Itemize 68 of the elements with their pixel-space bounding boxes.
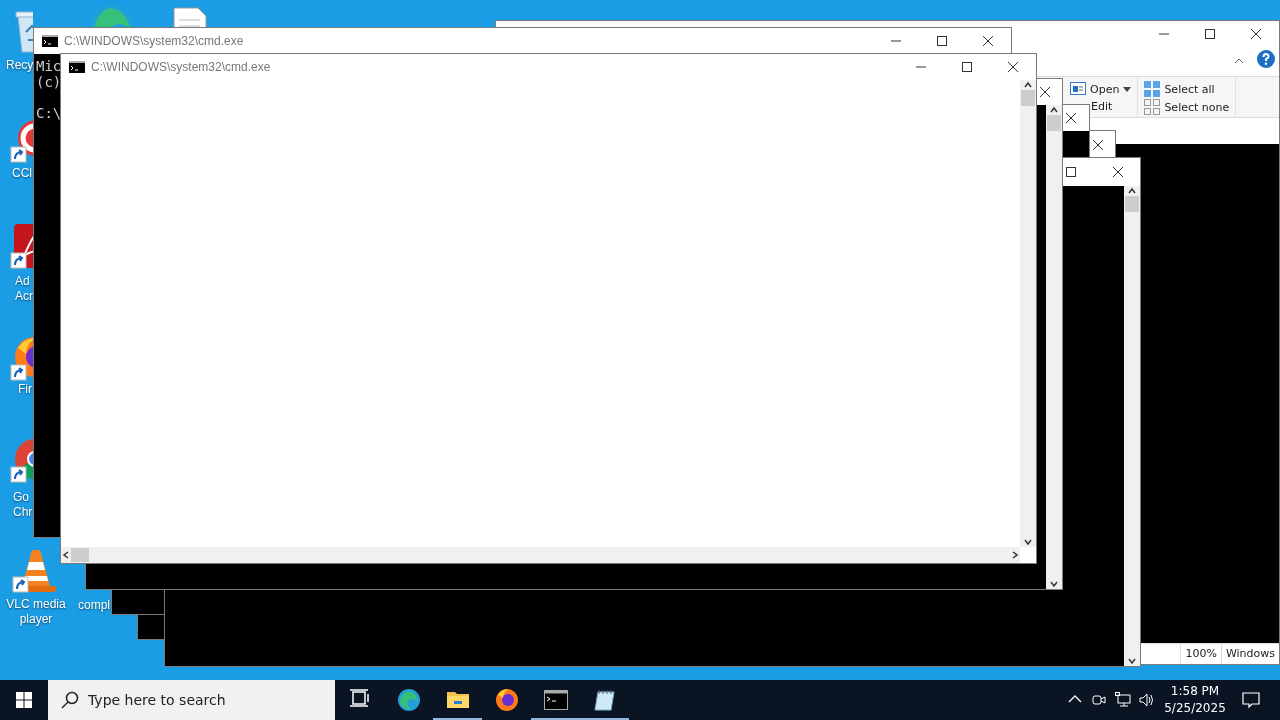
message-icon xyxy=(1242,691,1260,709)
clock[interactable]: 1:58 PM 5/25/2025 xyxy=(1159,683,1231,717)
open-icon xyxy=(1070,81,1086,97)
console-icon xyxy=(69,60,85,73)
scroll-thumb[interactable] xyxy=(1021,90,1035,106)
close-icon xyxy=(1066,113,1076,123)
icon-label: CCl xyxy=(12,166,32,181)
scroll-left-icon[interactable] xyxy=(61,550,71,560)
notepad-icon xyxy=(592,688,617,712)
horizontal-scrollbar[interactable] xyxy=(61,547,1020,563)
ribbon-button[interactable]: Open xyxy=(1070,81,1132,97)
windows-logo-icon xyxy=(16,692,32,708)
scroll-right-icon[interactable] xyxy=(1010,550,1020,560)
scroll-down-icon[interactable] xyxy=(1049,579,1059,589)
maximize-icon xyxy=(1205,28,1215,39)
search-icon xyxy=(61,691,79,709)
icon-label: Go Chr xyxy=(13,490,33,520)
icon-label: VLC media player xyxy=(5,597,67,627)
select-all-icon xyxy=(1144,81,1161,97)
caret-icon xyxy=(1123,86,1132,92)
vertical-scrollbar[interactable] xyxy=(1020,80,1036,547)
scroll-up-icon[interactable] xyxy=(1127,186,1137,196)
scroll-up-icon[interactable] xyxy=(1049,105,1059,115)
status-text: 100% xyxy=(1180,644,1221,664)
clock-time: 1:58 PM xyxy=(1170,683,1220,700)
close-icon xyxy=(1040,87,1050,97)
caret-icon xyxy=(1234,58,1244,64)
close-icon xyxy=(983,36,993,46)
network-icon xyxy=(1115,692,1131,708)
vertical-scrollbar[interactable] xyxy=(1124,186,1140,666)
scroll-down-icon[interactable] xyxy=(1127,656,1137,666)
maximize-icon xyxy=(962,62,972,72)
scroll-down-icon[interactable] xyxy=(1023,537,1033,547)
scroll-thumb[interactable] xyxy=(1047,115,1061,131)
close-icon xyxy=(1113,167,1123,177)
vertical-scrollbar[interactable] xyxy=(1046,105,1062,589)
console-text: C:\ xyxy=(36,105,62,121)
scroll-thumb[interactable] xyxy=(71,548,89,562)
scroll-thumb[interactable] xyxy=(1125,196,1139,212)
maximize-icon xyxy=(937,36,947,46)
volume-icon xyxy=(1139,692,1155,708)
console-text: Mic xyxy=(36,58,62,74)
ribbon-button[interactable]: Select none xyxy=(1144,99,1230,115)
window-title: C:\WINDOWS\system32\cmd.exe xyxy=(64,34,244,48)
maximize-icon xyxy=(1066,167,1076,177)
ribbon-button[interactable]: Edit xyxy=(1091,99,1132,113)
close-icon xyxy=(1251,28,1261,39)
icon-label: Recy xyxy=(6,58,34,73)
icon-label: compl xyxy=(78,598,110,613)
window-title: C:\WINDOWS\system32\cmd.exe xyxy=(91,60,271,74)
help-icon[interactable] xyxy=(1257,50,1275,68)
ribbon-button[interactable]: Select all xyxy=(1144,81,1230,97)
select-none-icon xyxy=(1144,99,1161,115)
search-field[interactable]: Type here to search xyxy=(48,680,335,720)
camera-icon xyxy=(1091,692,1107,708)
acrobat-icon[interactable] xyxy=(10,222,33,270)
icon-label: Ad Acr xyxy=(15,274,33,304)
console-text: (c) xyxy=(36,74,62,90)
edge-icon xyxy=(396,688,421,712)
icon-label: Fir xyxy=(18,382,32,397)
close-icon xyxy=(1093,139,1103,150)
scroll-up-icon[interactable] xyxy=(1023,80,1033,90)
console-icon xyxy=(543,688,568,712)
firefox-icon xyxy=(494,688,519,712)
console-icon xyxy=(42,34,58,47)
close-icon xyxy=(1008,62,1018,72)
clock-date: 5/25/2025 xyxy=(1164,700,1226,717)
status-text: Windows xyxy=(1220,644,1279,664)
